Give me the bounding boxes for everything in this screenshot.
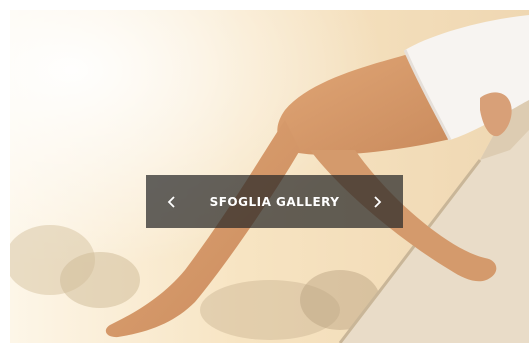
- prev-button[interactable]: [160, 190, 184, 214]
- browse-gallery-link[interactable]: SFOGLIA GALLERY: [210, 195, 340, 209]
- gallery-overlay: SFOGLIA GALLERY: [146, 175, 403, 228]
- gallery-slider: SFOGLIA GALLERY: [0, 0, 531, 347]
- chevron-right-icon: [374, 195, 382, 208]
- next-button[interactable]: [365, 190, 389, 214]
- chevron-left-icon: [167, 195, 175, 208]
